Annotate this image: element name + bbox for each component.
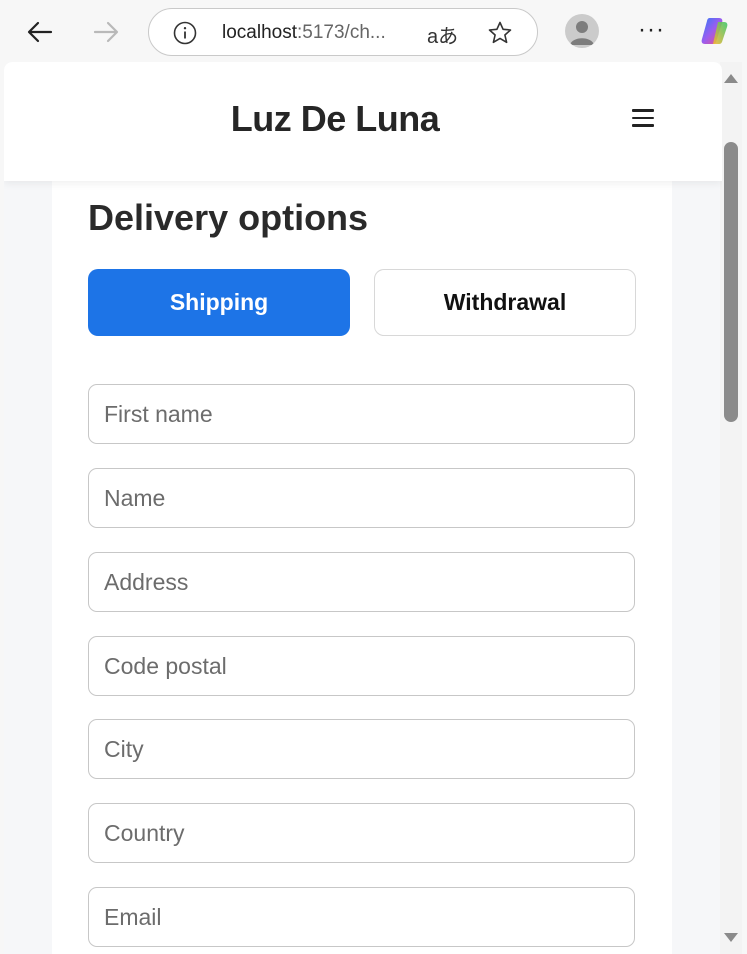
scroll-up-arrow-icon[interactable] — [724, 74, 738, 83]
copilot-icon[interactable] — [697, 14, 731, 48]
more-options-button[interactable]: ··· — [638, 18, 665, 42]
hamburger-menu-icon[interactable] — [632, 109, 654, 129]
info-icon[interactable] — [173, 21, 197, 45]
tab-withdrawal[interactable]: Withdrawal — [374, 269, 636, 336]
star-icon[interactable] — [487, 20, 513, 46]
page-viewport: Luz De Luna Delivery options Shipping Wi… — [4, 62, 722, 954]
browser-toolbar: localhost:5173/ch... aあ ··· — [0, 0, 747, 62]
forward-button[interactable] — [88, 14, 124, 50]
delivery-card: Delivery options Shipping Withdrawal — [52, 181, 672, 954]
city-field[interactable] — [88, 719, 635, 779]
tab-shipping[interactable]: Shipping — [88, 269, 350, 336]
read-aloud-button[interactable]: aあ — [427, 20, 458, 49]
address-field[interactable] — [88, 552, 635, 612]
scrollbar-thumb[interactable] — [724, 142, 738, 422]
page-scrollbar[interactable] — [720, 62, 742, 954]
email-field[interactable] — [88, 887, 635, 947]
country-field[interactable] — [88, 803, 635, 863]
url-rest: :5173/ch... — [297, 22, 386, 43]
page-title: Delivery options — [88, 197, 369, 238]
back-button[interactable] — [22, 14, 58, 50]
profile-icon[interactable] — [565, 14, 599, 48]
back-arrow-icon — [27, 21, 53, 43]
postal-code-field[interactable] — [88, 636, 635, 696]
brand-logo[interactable]: Luz De Luna — [4, 98, 666, 140]
site-header: Luz De Luna — [4, 62, 722, 181]
forward-arrow-icon — [93, 21, 119, 43]
scroll-down-arrow-icon[interactable] — [724, 933, 738, 942]
name-field[interactable] — [88, 468, 635, 528]
address-bar[interactable]: localhost:5173/ch... aあ — [148, 8, 538, 56]
url-text[interactable]: localhost:5173/ch... — [222, 22, 386, 44]
first-name-field[interactable] — [88, 384, 635, 444]
url-host: localhost — [222, 22, 297, 43]
